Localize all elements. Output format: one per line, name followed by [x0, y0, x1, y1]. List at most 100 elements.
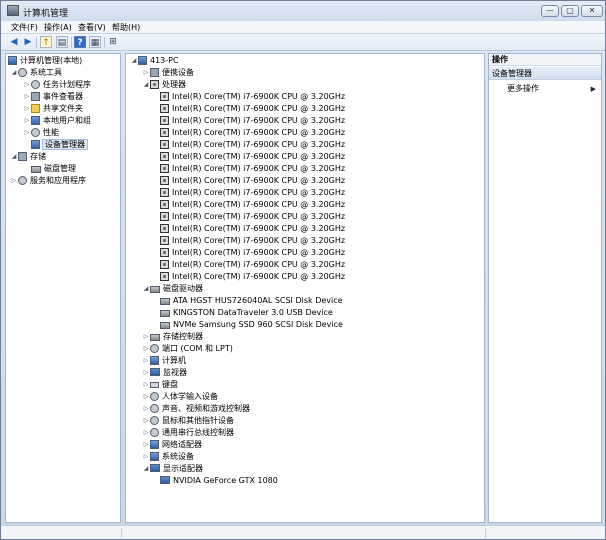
- properties-icon[interactable]: ▦: [89, 36, 101, 48]
- device-processor[interactable]: Intel(R) Core(TM) i7-6900K CPU @ 3.20GHz: [160, 271, 345, 283]
- device-category[interactable]: ▷ 监视器: [142, 367, 187, 379]
- services-icon: [18, 176, 27, 185]
- expanded-arrow-icon[interactable]: ◢: [130, 55, 138, 67]
- tree-root[interactable]: 计算机管理(本地): [8, 55, 82, 67]
- device-category[interactable]: ▷ 通用串行总线控制器: [142, 427, 234, 439]
- collapsed-arrow-icon[interactable]: ▷: [10, 175, 18, 187]
- device-disk[interactable]: KINGSTON DataTraveler 3.0 USB Device: [160, 307, 333, 319]
- device-processor[interactable]: Intel(R) Core(TM) i7-6900K CPU @ 3.20GHz: [160, 91, 345, 103]
- collapsed-arrow-icon[interactable]: ▷: [142, 415, 150, 427]
- tree-performance[interactable]: ▷ 性能: [23, 127, 59, 139]
- device-category[interactable]: ▷ 键盘: [142, 379, 178, 391]
- menu-file[interactable]: 文件(F): [11, 22, 38, 33]
- device-processor[interactable]: Intel(R) Core(TM) i7-6900K CPU @ 3.20GHz: [160, 259, 345, 271]
- collapsed-arrow-icon[interactable]: ▷: [142, 379, 150, 391]
- device-category[interactable]: ▷ 存储控制器: [142, 331, 203, 343]
- collapsed-arrow-icon[interactable]: ▷: [142, 391, 150, 403]
- toolbar-separator: [71, 37, 72, 48]
- submenu-arrow-icon[interactable]: ▶: [591, 83, 596, 95]
- maximize-button[interactable]: ▢: [561, 5, 579, 17]
- actions-section-device-manager[interactable]: 设备管理器: [489, 67, 601, 80]
- disk-drive-icon: [160, 298, 170, 305]
- device-processor[interactable]: Intel(R) Core(TM) i7-6900K CPU @ 3.20GHz: [160, 223, 345, 235]
- title-bar[interactable]: 计算机管理 — ▢ ✕: [1, 1, 605, 21]
- tree-services[interactable]: ▷ 服务和应用程序: [10, 175, 86, 187]
- device-category[interactable]: ▷ 声音、视频和游戏控制器: [142, 403, 250, 415]
- device-processor[interactable]: Intel(R) Core(TM) i7-6900K CPU @ 3.20GHz: [160, 235, 345, 247]
- more-actions-link[interactable]: 更多操作: [507, 83, 539, 95]
- tree-local-users[interactable]: ▷ 本地用户和组: [23, 115, 91, 127]
- collapsed-arrow-icon[interactable]: ▷: [142, 67, 150, 79]
- collapsed-arrow-icon[interactable]: ▷: [142, 403, 150, 415]
- collapsed-arrow-icon[interactable]: ▷: [23, 127, 31, 139]
- expanded-arrow-icon[interactable]: ◢: [142, 283, 150, 295]
- processor-icon: [160, 236, 169, 245]
- expanded-arrow-icon[interactable]: ◢: [142, 463, 150, 475]
- collapsed-arrow-icon[interactable]: ▷: [142, 343, 150, 355]
- hid-icon: [150, 392, 159, 401]
- device-category[interactable]: ▷ 系统设备: [142, 451, 194, 463]
- collapsed-arrow-icon[interactable]: ▷: [23, 115, 31, 127]
- expanded-arrow-icon[interactable]: ◢: [142, 79, 150, 91]
- collapsed-arrow-icon[interactable]: ▷: [142, 427, 150, 439]
- expanded-arrow-icon[interactable]: ◢: [10, 151, 18, 163]
- collapsed-arrow-icon[interactable]: ▷: [142, 439, 150, 451]
- forward-arrow-icon[interactable]: ▶: [22, 36, 34, 48]
- minimize-button[interactable]: —: [541, 5, 559, 17]
- category-disk-drives[interactable]: ◢ 磁盘驱动器: [142, 283, 203, 295]
- device-root[interactable]: ◢ 413-PC: [130, 55, 179, 67]
- collapsed-arrow-icon[interactable]: ▷: [142, 451, 150, 463]
- tree-disk-management[interactable]: 磁盘管理: [31, 163, 76, 175]
- actions-pane: 操作 设备管理器 更多操作 ▶: [488, 53, 602, 523]
- device-processor[interactable]: Intel(R) Core(TM) i7-6900K CPU @ 3.20GHz: [160, 199, 345, 211]
- device-processor[interactable]: Intel(R) Core(TM) i7-6900K CPU @ 3.20GHz: [160, 115, 345, 127]
- tree-event-viewer[interactable]: ▷ 事件查看器: [23, 91, 83, 103]
- device-processor[interactable]: Intel(R) Core(TM) i7-6900K CPU @ 3.20GHz: [160, 211, 345, 223]
- processor-icon: [160, 224, 169, 233]
- expanded-arrow-icon[interactable]: ◢: [10, 67, 18, 79]
- device-disk[interactable]: NVMe Samsung SSD 960 SCSI Disk Device: [160, 319, 343, 331]
- category-processors[interactable]: ◢ 处理器: [142, 79, 186, 91]
- help-icon[interactable]: ?: [74, 36, 86, 48]
- collapsed-arrow-icon[interactable]: ▷: [23, 79, 31, 91]
- device-gpu[interactable]: NVIDIA GeForce GTX 1080: [160, 475, 278, 487]
- device-processor[interactable]: Intel(R) Core(TM) i7-6900K CPU @ 3.20GHz: [160, 103, 345, 115]
- device-processor[interactable]: Intel(R) Core(TM) i7-6900K CPU @ 3.20GHz: [160, 163, 345, 175]
- device-processor[interactable]: Intel(R) Core(TM) i7-6900K CPU @ 3.20GHz: [160, 247, 345, 259]
- up-folder-icon[interactable]: ↑: [40, 36, 52, 48]
- device-processor[interactable]: Intel(R) Core(TM) i7-6900K CPU @ 3.20GHz: [160, 187, 345, 199]
- close-button[interactable]: ✕: [581, 5, 603, 17]
- category-display-adapters[interactable]: ◢ 显示适配器: [142, 463, 203, 475]
- tools-icon: [18, 68, 27, 77]
- collapsed-arrow-icon[interactable]: ▷: [142, 367, 150, 379]
- storage-controller-icon: [150, 334, 160, 341]
- status-divider: [121, 528, 122, 538]
- back-arrow-icon[interactable]: ◀: [8, 36, 20, 48]
- tree-task-scheduler[interactable]: ▷ 任务计划程序: [23, 79, 91, 91]
- device-category[interactable]: ▷ 计算机: [142, 355, 186, 367]
- tree-system-tools[interactable]: ◢ 系统工具: [10, 67, 62, 79]
- device-processor[interactable]: Intel(R) Core(TM) i7-6900K CPU @ 3.20GHz: [160, 139, 345, 151]
- menu-view[interactable]: 查看(V): [78, 22, 106, 33]
- collapsed-arrow-icon[interactable]: ▷: [142, 355, 150, 367]
- device-processor[interactable]: Intel(R) Core(TM) i7-6900K CPU @ 3.20GHz: [160, 175, 345, 187]
- menu-action[interactable]: 操作(A): [44, 22, 72, 33]
- device-category[interactable]: ▷ 鼠标和其他指针设备: [142, 415, 234, 427]
- menu-help[interactable]: 帮助(H): [112, 22, 140, 33]
- tree-storage[interactable]: ◢ 存储: [10, 151, 46, 163]
- collapsed-arrow-icon[interactable]: ▷: [23, 91, 31, 103]
- device-category[interactable]: ▷ 端口 (COM 和 LPT): [142, 343, 233, 355]
- category-portable-devices[interactable]: ▷ 便携设备: [142, 67, 194, 79]
- show-hide-tree-icon[interactable]: ▤: [56, 36, 68, 48]
- device-processor[interactable]: Intel(R) Core(TM) i7-6900K CPU @ 3.20GHz: [160, 151, 345, 163]
- device-disk[interactable]: ATA HGST HUS726040AL SCSI Disk Device: [160, 295, 343, 307]
- scan-hardware-icon[interactable]: ⊞: [107, 36, 119, 48]
- port-icon: [150, 344, 159, 353]
- device-processor[interactable]: Intel(R) Core(TM) i7-6900K CPU @ 3.20GHz: [160, 127, 345, 139]
- device-category[interactable]: ▷ 人体学输入设备: [142, 391, 218, 403]
- tree-device-manager[interactable]: 设备管理器: [31, 139, 88, 151]
- collapsed-arrow-icon[interactable]: ▷: [142, 331, 150, 343]
- device-category[interactable]: ▷ 网络适配器: [142, 439, 202, 451]
- tree-shared-folders[interactable]: ▷ 共享文件夹: [23, 103, 83, 115]
- collapsed-arrow-icon[interactable]: ▷: [23, 103, 31, 115]
